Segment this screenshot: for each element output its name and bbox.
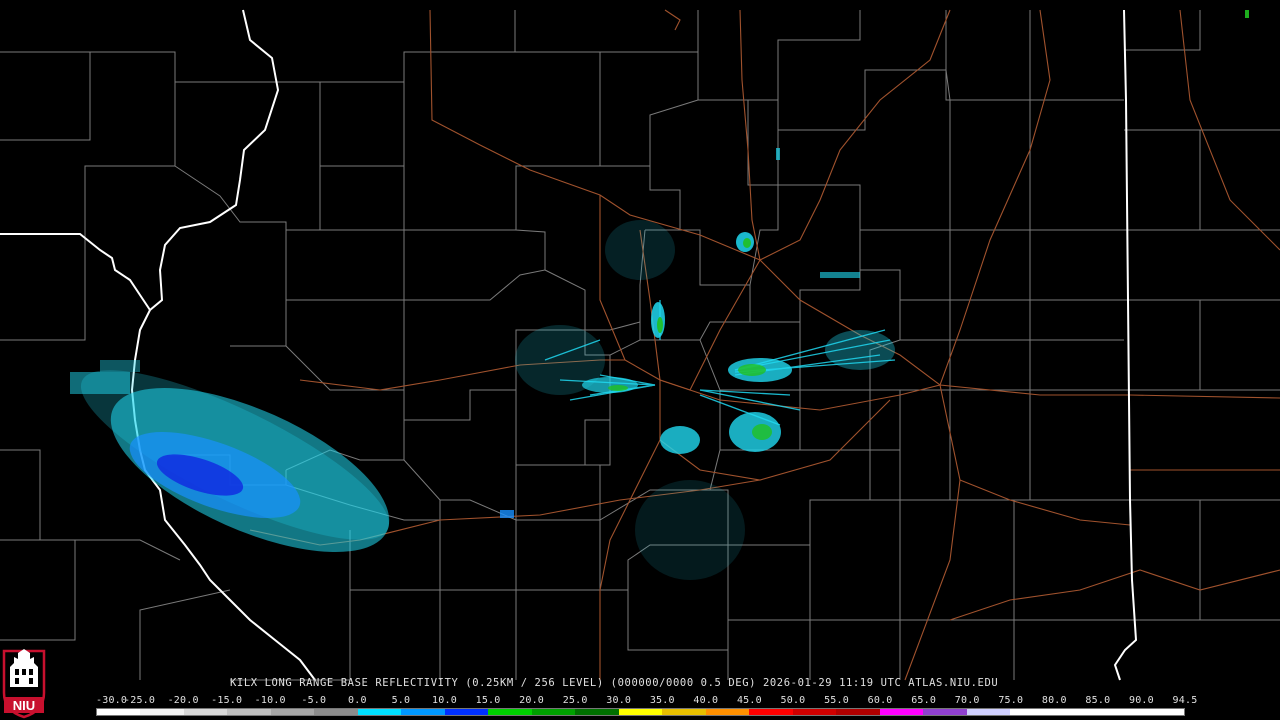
color-bar-segment: [575, 709, 619, 715]
scale-tick-label: 60.0: [867, 695, 893, 706]
scale-tick-label: 70.0: [954, 695, 980, 706]
echo-speck: [776, 148, 780, 160]
color-bar-segment: [488, 709, 532, 715]
color-bar-segment: [923, 709, 967, 715]
color-bar-segment: [966, 709, 1011, 715]
echo-scatter-west: [515, 325, 605, 395]
scale-tick-label: 15.0: [475, 695, 501, 706]
scale-tick-label: 85.0: [1085, 695, 1111, 706]
scale-tick-label: 40.0: [693, 695, 719, 706]
color-bar-segment: [879, 709, 924, 715]
color-bar-segment: [314, 709, 358, 715]
reflectivity-color-bar: [96, 708, 1185, 716]
county-boundaries: [0, 10, 1280, 681]
scale-tick-label: 10.0: [432, 695, 457, 706]
scale-tick-label: 90.0: [1128, 695, 1154, 706]
color-bar-segment: [705, 709, 750, 715]
color-bar-segment: [1053, 709, 1098, 715]
scale-tick-label: 55.0: [824, 695, 849, 706]
echo-east-far: [825, 330, 895, 370]
color-bar-segment: [749, 709, 793, 715]
scale-tick-label: 65.0: [911, 695, 937, 706]
scale-tick-label: -15.0: [211, 695, 243, 706]
color-bar-segment: [1010, 709, 1054, 715]
echo-speck: [500, 510, 514, 518]
color-bar-segment: [183, 709, 228, 715]
color-bar-segment: [140, 709, 184, 715]
echo-speck: [820, 272, 860, 278]
scale-labels: -30.0 -25.0 -20.0 -15.0 -10.0 -5.0 0.0 5.0 10.0 1…: [0, 695, 1280, 707]
scale-tick-label: 35.0: [649, 695, 675, 706]
scale-tick-label: -20.0: [167, 695, 199, 706]
scale-tick-label: 5.0: [391, 695, 411, 706]
color-bar-segment: [1140, 709, 1185, 715]
product-caption: KILX LONG RANGE BASE REFLECTIVITY (0.25K…: [230, 677, 999, 689]
radar-map: [0, 9, 1280, 681]
logo-text: NIU: [13, 698, 35, 713]
radar-reflectivity: [70, 10, 1249, 580]
echo-east-cluster-green: [738, 364, 766, 376]
scale-tick-label: -30.0: [96, 695, 128, 706]
color-bar-segment: [401, 709, 445, 715]
scale-tick-label: 94.5: [1172, 695, 1198, 706]
color-bar-segment: [227, 709, 271, 715]
scale-tick-label: -25.0: [124, 695, 156, 706]
echo-scatter-south: [635, 480, 745, 580]
color-bar-segment: [1097, 709, 1141, 715]
color-bar-segment: [270, 709, 315, 715]
color-bar-segment: [618, 709, 663, 715]
color-bar-segment: [531, 709, 576, 715]
echo-speck: [1245, 10, 1249, 18]
echo-southeast-cluster-green: [752, 424, 772, 440]
niu-logo: NIU: [2, 649, 46, 719]
echo-northeast-cluster-green: [743, 238, 751, 248]
scale-tick-label: 30.0: [606, 695, 632, 706]
echo-speck: [100, 360, 140, 372]
scale-tick-label: 20.0: [519, 695, 545, 706]
color-bar-segment: [662, 709, 706, 715]
scale-tick-label: 0.0: [348, 695, 367, 706]
scale-tick-label: 50.0: [780, 695, 806, 706]
scale-tick-label: 45.0: [736, 695, 762, 706]
color-bar-segment: [357, 709, 402, 715]
echo-scatter-north: [605, 220, 675, 280]
color-bar-segment: [836, 709, 880, 715]
echo-speck: [70, 372, 130, 394]
echo-north-cluster-green: [657, 317, 663, 333]
echo-west-spoke-green: [608, 385, 628, 391]
scale-tick-label: -10.0: [254, 695, 286, 706]
scale-tick-label: 80.0: [1041, 695, 1067, 706]
scale-tick-label: 75.0: [998, 695, 1024, 706]
scale-tick-label: 25.0: [562, 695, 588, 706]
scale-tick-label: -5.0: [301, 695, 327, 706]
color-bar-segment: [444, 709, 489, 715]
color-bar-segment: [792, 709, 837, 715]
color-bar-segment: [97, 709, 141, 715]
echo-southwest-cluster: [660, 426, 700, 454]
